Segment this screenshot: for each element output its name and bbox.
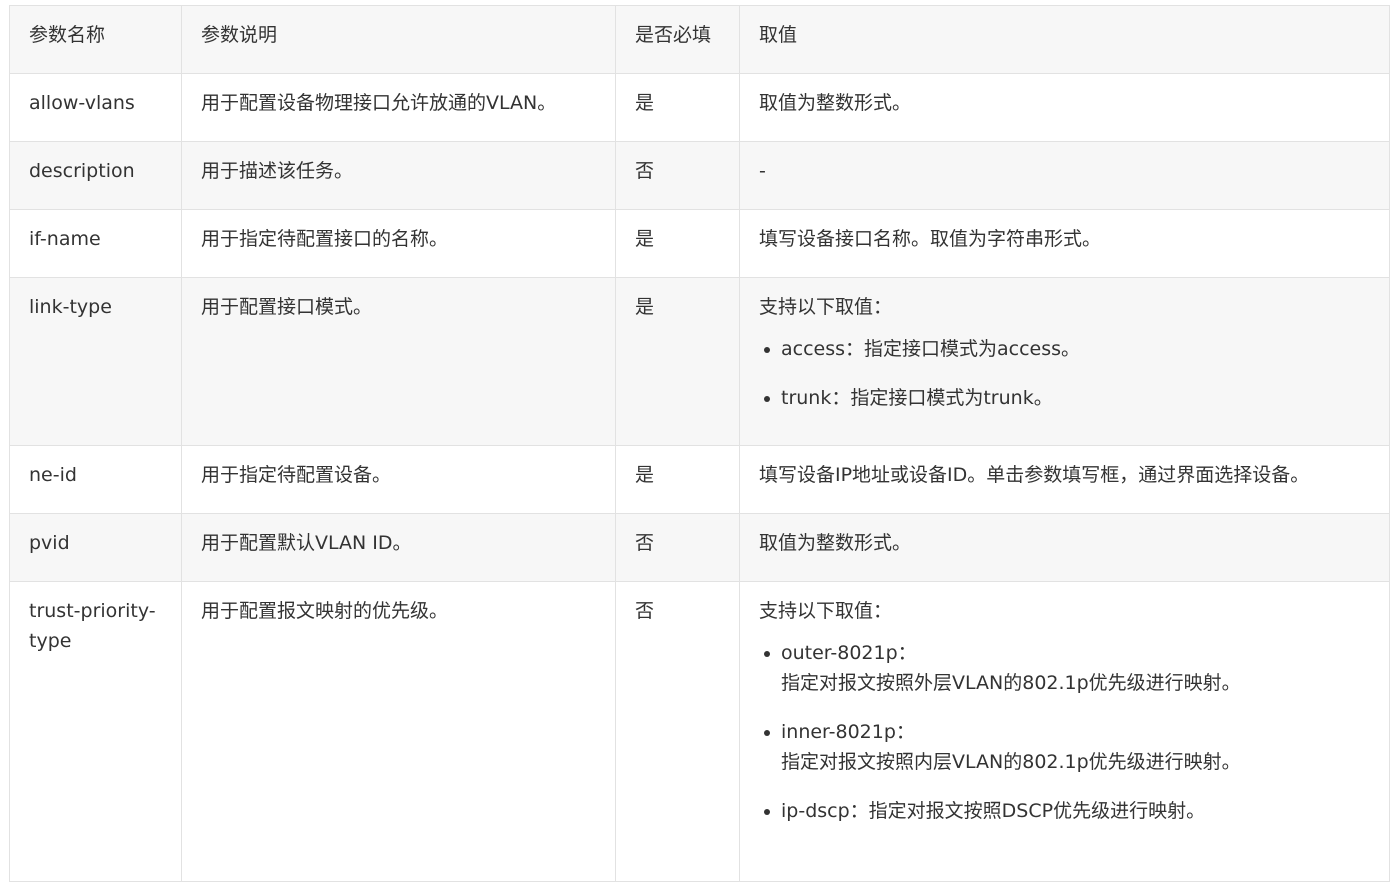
value-option-detail: 指定对报文按照内层VLAN的802.1p优先级进行映射。 [781,751,1241,773]
param-required: 否 [615,513,740,582]
param-name: link-type [9,277,182,446]
table-row: pvid 用于配置默认VLAN ID。 否 取值为整数形式。 [9,513,1390,582]
value-option-label: outer-8021p： [781,642,917,664]
parameter-table: 参数名称 参数说明 是否必填 取值 allow-vlans 用于配置设备物理接口… [9,5,1390,882]
value-option-list: outer-8021p： 指定对报文按照外层VLAN的802.1p优先级进行映射… [759,638,1371,826]
table-row: allow-vlans 用于配置设备物理接口允许放通的VLAN。 是 取值为整数… [9,73,1390,142]
param-name: if-name [9,209,182,278]
param-value: 取值为整数形式。 [739,513,1390,582]
param-value: 填写设备IP地址或设备ID。单击参数填写框，通过界面选择设备。 [739,445,1390,514]
param-value: 取值为整数形式。 [739,73,1390,142]
table-row: trust-priority-type 用于配置报文映射的优先级。 否 支持以下… [9,581,1390,882]
param-desc: 用于配置接口模式。 [181,277,616,446]
table-row: description 用于描述该任务。 否 - [9,141,1390,210]
value-option: trunk：指定接口模式为trunk。 [764,383,1371,413]
table-row: ne-id 用于指定待配置设备。 是 填写设备IP地址或设备ID。单击参数填写框… [9,445,1390,514]
param-required: 是 [615,277,740,446]
param-name: pvid [9,513,182,582]
table-header-row: 参数名称 参数说明 是否必填 取值 [9,5,1390,74]
param-required: 否 [615,141,740,210]
param-name: trust-priority-type [9,581,182,882]
param-value: 填写设备接口名称。取值为字符串形式。 [739,209,1390,278]
param-name: description [9,141,182,210]
param-desc: 用于描述该任务。 [181,141,616,210]
header-value: 取值 [739,5,1390,74]
param-required: 是 [615,209,740,278]
param-desc: 用于指定待配置设备。 [181,445,616,514]
param-value: 支持以下取值： [759,600,893,622]
param-desc: 用于配置设备物理接口允许放通的VLAN。 [181,73,616,142]
value-option: access：指定接口模式为access。 [764,334,1371,364]
value-option: ip-dscp：指定对报文按照DSCP优先级进行映射。 [764,796,1371,826]
header-required: 是否必填 [615,5,740,74]
value-option-detail: 指定对报文按照外层VLAN的802.1p优先级进行映射。 [781,672,1241,694]
header-param-desc: 参数说明 [181,5,616,74]
value-option: outer-8021p： 指定对报文按照外层VLAN的802.1p优先级进行映射… [764,638,1371,698]
param-name: allow-vlans [9,73,182,142]
table-row: link-type 用于配置接口模式。 是 支持以下取值： access：指定接… [9,277,1390,446]
value-option: inner-8021p： 指定对报文按照内层VLAN的802.1p优先级进行映射… [764,717,1371,777]
param-required: 否 [615,581,740,882]
header-param-name: 参数名称 [9,5,182,74]
param-required: 是 [615,73,740,142]
param-value-cell: 支持以下取值： outer-8021p： 指定对报文按照外层VLAN的802.1… [739,581,1390,882]
param-required: 是 [615,445,740,514]
param-desc: 用于指定待配置接口的名称。 [181,209,616,278]
param-desc: 用于配置报文映射的优先级。 [181,581,616,882]
param-value-cell: 支持以下取值： access：指定接口模式为access。 trunk：指定接口… [739,277,1390,446]
param-desc: 用于配置默认VLAN ID。 [181,513,616,582]
param-value: 支持以下取值： [759,296,893,318]
table-row: if-name 用于指定待配置接口的名称。 是 填写设备接口名称。取值为字符串形… [9,209,1390,278]
param-name: ne-id [9,445,182,514]
value-option-list: access：指定接口模式为access。 trunk：指定接口模式为trunk… [759,334,1371,413]
param-value: - [739,141,1390,210]
value-option-label: inner-8021p： [781,721,915,743]
